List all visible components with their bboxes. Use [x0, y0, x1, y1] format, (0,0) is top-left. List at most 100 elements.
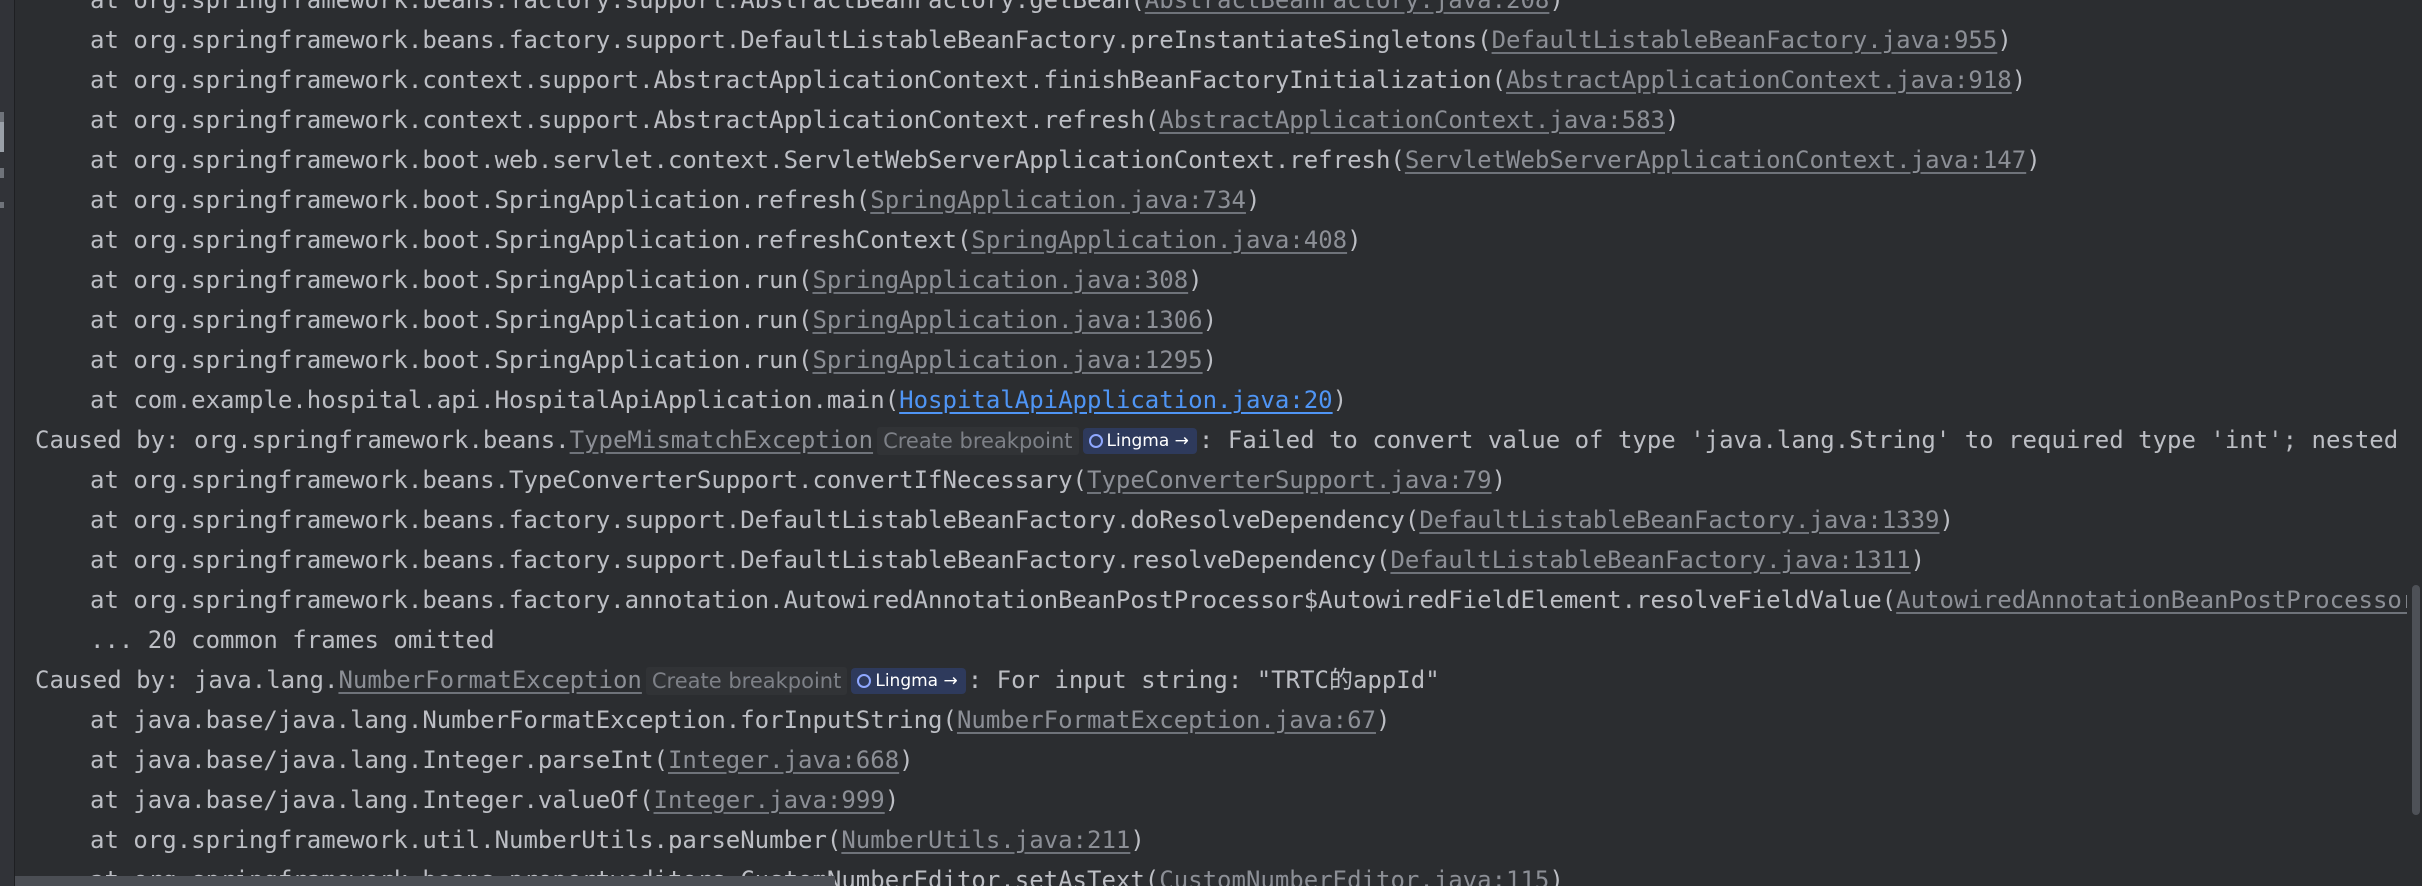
line-suffix: ) [1939, 506, 1954, 534]
stack-frame-line: at org.springframework.beans.factory.sup… [90, 20, 2012, 60]
lingma-icon [1088, 434, 1103, 448]
stack-frame-line: at org.springframework.boot.SpringApplic… [90, 340, 1217, 380]
stack-frame-line: at org.springframework.context.support.A… [90, 100, 1679, 140]
line-text: at org.springframework.beans.factory.sup… [90, 546, 1391, 574]
line-suffix: ) [1375, 706, 1391, 734]
exception-message: : For input string: "TRTC的appId" [967, 666, 1440, 694]
line-text: ... 20 common frames omitted [90, 626, 495, 654]
stack-frame-line: at com.example.hospital.api.HospitalApiA… [90, 380, 1347, 420]
line-suffix: ) [2026, 146, 2041, 174]
source-file-link[interactable]: DefaultListableBeanFactory.java:1339 [1419, 506, 1939, 534]
source-file-link[interactable]: SpringApplication.java:1295 [812, 346, 1202, 374]
line-text: at org.springframework.beans.factory.sup… [90, 26, 1492, 54]
stack-frame-line: at org.springframework.boot.SpringApplic… [90, 300, 1217, 340]
source-file-link[interactable]: SpringApplication.java:734 [870, 186, 1246, 214]
line-text: at java.base/java.lang.NumberFormatExcep… [90, 706, 957, 734]
line-text: at org.springframework.context.support.A… [90, 66, 1507, 94]
exception-class-link[interactable]: NumberFormatException [338, 666, 641, 694]
gutter-marker [0, 168, 4, 178]
line-suffix: ) [2011, 66, 2027, 94]
line-suffix: ) [1549, 0, 1564, 14]
stack-frame-line: at java.base/java.lang.Integer.parseInt(… [90, 740, 914, 780]
source-file-link[interactable]: Integer.java:999 [654, 786, 885, 814]
line-text: at org.springframework.boot.SpringApplic… [90, 186, 871, 214]
line-suffix: ) [1997, 26, 2012, 54]
source-file-link[interactable]: AbstractApplicationContext.java:918 [1506, 66, 2012, 94]
stack-frame-line: at org.springframework.beans.factory.ann… [90, 580, 2407, 620]
line-text: at org.springframework.boot.SpringApplic… [90, 266, 813, 294]
line-text: at java.base/java.lang.Integer.parseInt( [90, 746, 668, 774]
vertical-scrollbar[interactable] [2408, 0, 2422, 886]
source-file-link[interactable]: CustomNumberEditor.java:115 [1159, 866, 1549, 886]
line-suffix: ) [1130, 826, 1145, 854]
stack-frame-line: at org.springframework.beans.TypeConvert… [90, 460, 1506, 500]
exception-message: : Failed to convert value of type 'java.… [1198, 426, 2407, 454]
stack-frame-line: at java.base/java.lang.Integer.valueOf(I… [90, 780, 899, 820]
lingma-label: Lingma → [1106, 431, 1189, 451]
line-text: at org.springframework.boot.web.servlet.… [90, 146, 1405, 174]
line-text: at org.springframework.boot.SpringApplic… [90, 306, 813, 334]
caused-by-line: Caused by: java.lang.NumberFormatExcepti… [35, 660, 1440, 700]
line-text: Caused by: java.lang. [35, 666, 339, 694]
stack-frame-line: at org.springframework.beans.factory.sup… [90, 0, 1564, 20]
horizontal-scrollbar[interactable] [15, 876, 835, 886]
stack-frame-line: at org.springframework.beans.factory.sup… [90, 540, 1925, 580]
stack-frame-line: at java.base/java.lang.NumberFormatExcep… [90, 700, 1390, 740]
source-file-link[interactable]: NumberFormatException.java:67 [957, 706, 1376, 734]
run-console-output[interactable]: at org.springframework.beans.factory.sup… [15, 0, 2407, 886]
source-file-link[interactable]: SpringApplication.java:1306 [812, 306, 1202, 334]
stack-frame-line: at org.springframework.boot.SpringApplic… [90, 260, 1203, 300]
lingma-icon [857, 674, 872, 688]
stack-frame-line: at org.springframework.boot.web.servlet.… [90, 140, 2041, 180]
stack-frame-line: ... 20 common frames omitted [90, 620, 495, 660]
source-file-link[interactable]: SpringApplication.java:308 [812, 266, 1188, 294]
line-suffix: ) [1491, 466, 1507, 494]
line-suffix: ) [1202, 306, 1218, 334]
source-file-link[interactable]: DefaultListableBeanFactory.java:955 [1492, 26, 1998, 54]
source-file-link[interactable]: DefaultListableBeanFactory.java:1311 [1390, 546, 1910, 574]
line-suffix: ) [884, 786, 900, 814]
line-suffix: ) [1347, 226, 1362, 254]
line-text: at org.springframework.boot.SpringApplic… [90, 226, 972, 254]
exception-class-link[interactable]: TypeMismatchException [570, 426, 873, 454]
lingma-label: Lingma → [875, 671, 958, 691]
create-breakpoint-hint[interactable]: Create breakpoint [877, 427, 1079, 455]
line-text: at java.base/java.lang.Integer.valueOf( [90, 786, 654, 814]
line-suffix: ) [1549, 866, 1564, 886]
stack-frame-line: at org.springframework.util.NumberUtils.… [90, 820, 1145, 860]
source-file-link[interactable]: HospitalApiApplication.java:20 [899, 386, 1332, 414]
line-text: at org.springframework.beans.factory.ann… [90, 586, 1897, 614]
line-suffix: ) [1910, 546, 1926, 574]
line-text: at org.springframework.boot.SpringApplic… [90, 346, 813, 374]
stack-frame-line: at org.springframework.context.support.A… [90, 60, 2026, 100]
source-file-link[interactable]: SpringApplication.java:408 [971, 226, 1347, 254]
source-file-link[interactable]: ServletWebServerApplicationContext.java:… [1405, 146, 2026, 174]
line-suffix: ) [1664, 106, 1680, 134]
line-suffix: ) [1332, 386, 1348, 414]
lingma-button[interactable]: Lingma → [851, 668, 966, 694]
source-file-link[interactable]: NumberUtils.java:211 [841, 826, 1130, 854]
source-file-link[interactable]: TypeConverterSupport.java:79 [1087, 466, 1492, 494]
line-suffix: ) [1202, 346, 1218, 374]
line-text: at com.example.hospital.api.HospitalApiA… [90, 386, 900, 414]
stack-frame-line: at org.springframework.boot.SpringApplic… [90, 220, 1362, 260]
create-breakpoint-hint[interactable]: Create breakpoint [645, 667, 848, 695]
line-text: at org.springframework.beans.factory.sup… [90, 506, 1420, 534]
caused-by-line: Caused by: org.springframework.beans.Typ… [35, 420, 2407, 460]
editor-gutter [0, 0, 15, 886]
lingma-button[interactable]: Lingma → [1082, 428, 1197, 454]
line-suffix: ) [1245, 186, 1261, 214]
line-text: at org.springframework.beans.TypeConvert… [90, 466, 1087, 494]
line-suffix: ) [899, 746, 914, 774]
source-file-link[interactable]: AbstractApplicationContext.java:583 [1159, 106, 1665, 134]
source-file-link[interactable]: Integer.java:668 [668, 746, 899, 774]
stack-frame-line: at org.springframework.boot.SpringApplic… [90, 180, 1260, 220]
source-file-link[interactable]: AbstractBeanFactory.java:208 [1145, 0, 1550, 14]
scrollbar-thumb[interactable] [2412, 585, 2420, 815]
line-text: at org.springframework.util.NumberUtils.… [90, 826, 842, 854]
line-text: at org.springframework.beans.factory.sup… [90, 0, 1145, 14]
source-file-link[interactable]: AutowiredAnnotationBeanPostProcessor.jav… [1896, 586, 2407, 614]
line-text: Caused by: org.springframework.beans. [35, 426, 570, 454]
gutter-marker [0, 202, 4, 208]
stack-frame-line: at org.springframework.beans.factory.sup… [90, 500, 1954, 540]
